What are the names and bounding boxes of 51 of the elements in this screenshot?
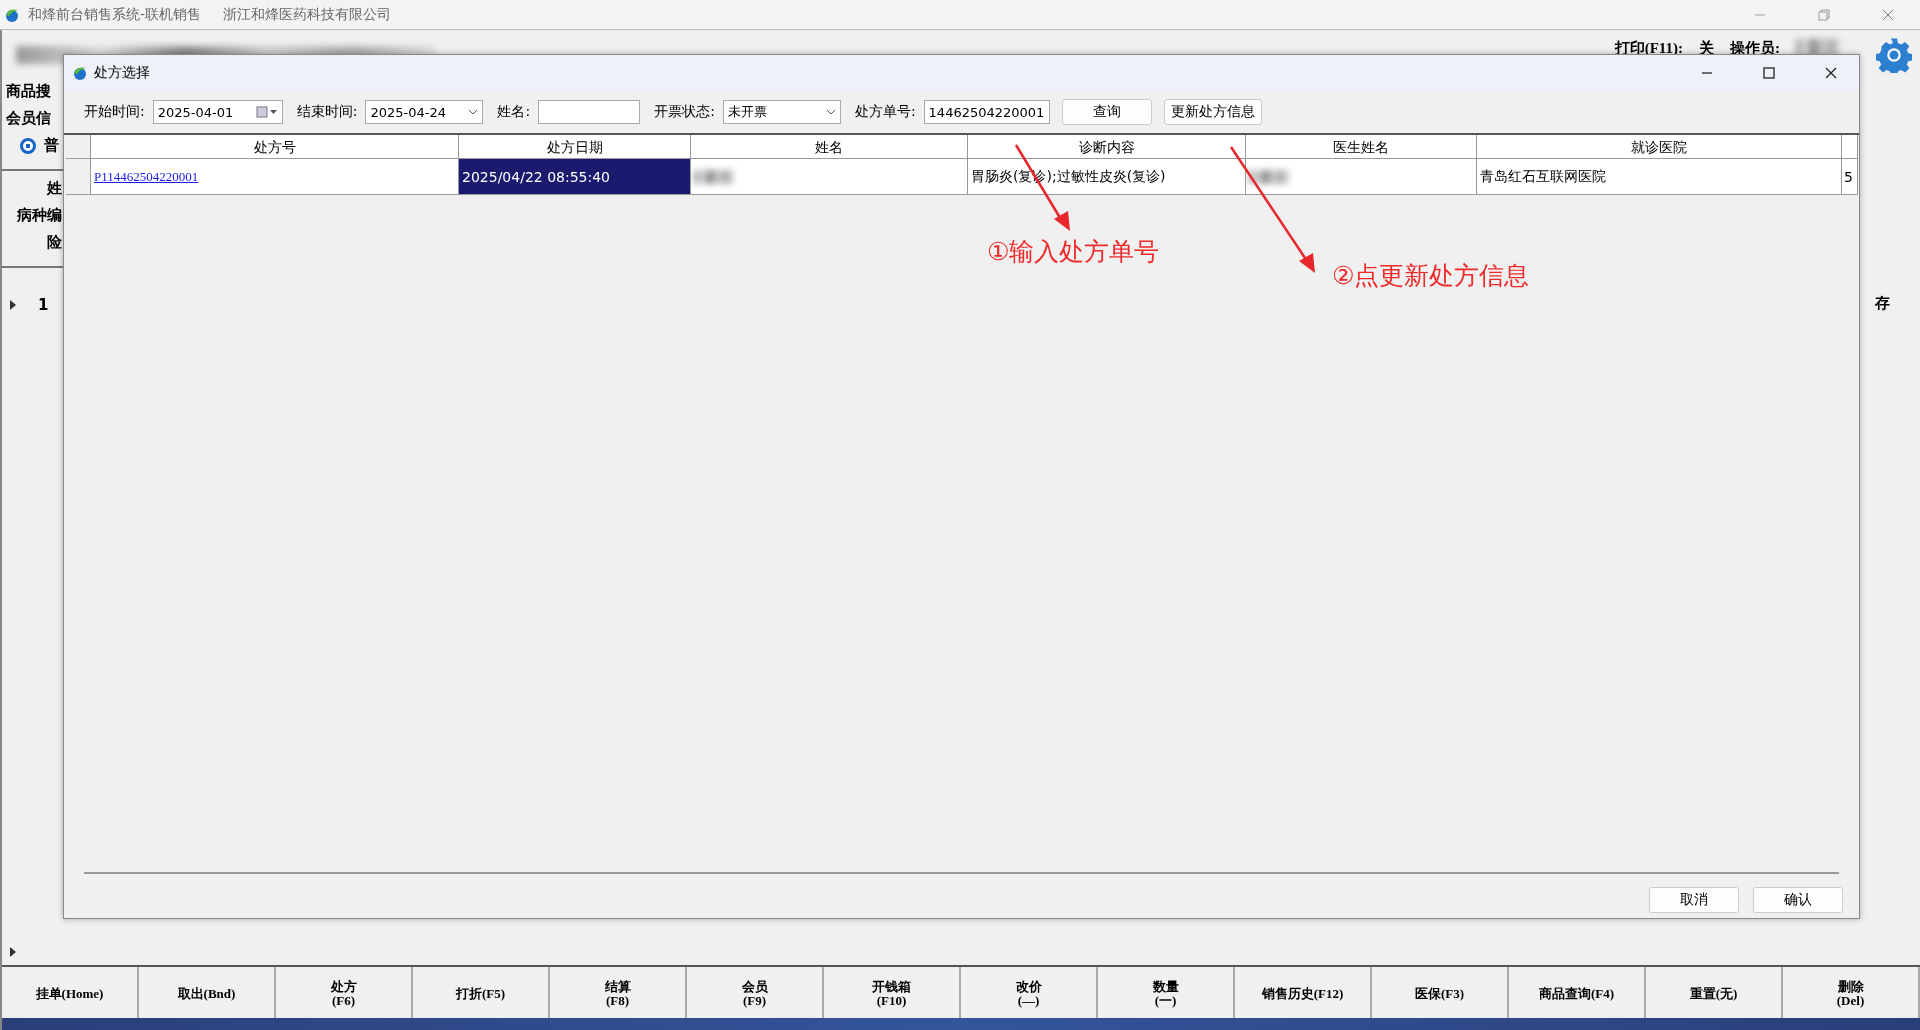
table-cell: 5 — [1842, 159, 1858, 195]
row-pointer-icon — [10, 947, 16, 957]
filter-label: 姓名: — [497, 103, 531, 121]
field-label: 姓 — [46, 179, 63, 198]
query-button[interactable]: 更新处方信息 — [1163, 99, 1262, 125]
calendar-dropdown-icon[interactable] — [255, 106, 278, 118]
blurred-name — [1249, 169, 1289, 184]
table-cell: 2025/04/22 08:55:40 — [459, 159, 691, 195]
column-header[interactable]: 诊断内容 — [968, 135, 1246, 159]
company-name: 浙江和烽医药科技有限公司 — [223, 5, 392, 24]
annotation-text: ②点更新处方信息 — [1332, 260, 1530, 292]
dialog-button[interactable]: 确认 — [1753, 887, 1843, 913]
row-pointer-icon — [10, 300, 16, 310]
column-header[interactable]: 姓名 — [691, 135, 968, 159]
input-field[interactable]: 14462504220001 — [923, 100, 1050, 124]
radio-label: 普 — [43, 136, 59, 155]
chevron-down-icon — [825, 109, 836, 115]
field-label: 险 — [46, 233, 63, 252]
prescription-link[interactable]: P114462504220001 — [94, 168, 199, 185]
maximize-icon[interactable] — [1763, 67, 1775, 79]
close-icon[interactable] — [1825, 67, 1837, 79]
blurred-name — [694, 169, 734, 184]
annotation-text: ①输入处方单号 — [987, 236, 1160, 268]
query-button[interactable]: 查询 — [1061, 99, 1152, 125]
filter-label: 结束时间: — [296, 103, 358, 121]
column-header[interactable]: 处方号 — [91, 135, 459, 159]
date-field[interactable]: 2025-04-01 — [152, 100, 283, 124]
product-search-label: 商品搜 — [5, 82, 52, 101]
radio-button[interactable] — [20, 137, 36, 154]
chevron-down-icon — [468, 109, 479, 115]
dialog-button[interactable]: 取消 — [1649, 887, 1739, 913]
column-header[interactable]: 就诊医院 — [1477, 135, 1842, 159]
row-number: 1 — [37, 296, 49, 314]
filter-label: 处方单号: — [854, 103, 916, 121]
dialog-title: 处方选择 — [94, 64, 150, 82]
row-header-cell — [66, 135, 91, 159]
filter-label: 开始时间: — [84, 103, 145, 121]
column-header: 存 — [1875, 294, 1890, 313]
filter-label: 开票状态: — [654, 103, 715, 121]
window-title: 和烽前台销售系统-联机销售 — [28, 5, 202, 24]
column-header[interactable]: 处方日期 — [459, 135, 691, 159]
field-label: 病种编 — [16, 206, 63, 225]
app-logo-icon — [72, 65, 88, 81]
header-cell — [1842, 135, 1858, 159]
input-field[interactable] — [538, 100, 641, 124]
member-info-label: 会员信 — [5, 109, 52, 128]
settings-icon[interactable] — [1876, 37, 1912, 73]
column-header[interactable]: 医生姓名 — [1246, 135, 1477, 159]
dropdown-field[interactable]: 2025-04-24 — [365, 100, 484, 124]
table-cell: 青岛红石互联网医院 — [1477, 159, 1842, 195]
dropdown-field[interactable]: 未开票 — [722, 100, 841, 124]
